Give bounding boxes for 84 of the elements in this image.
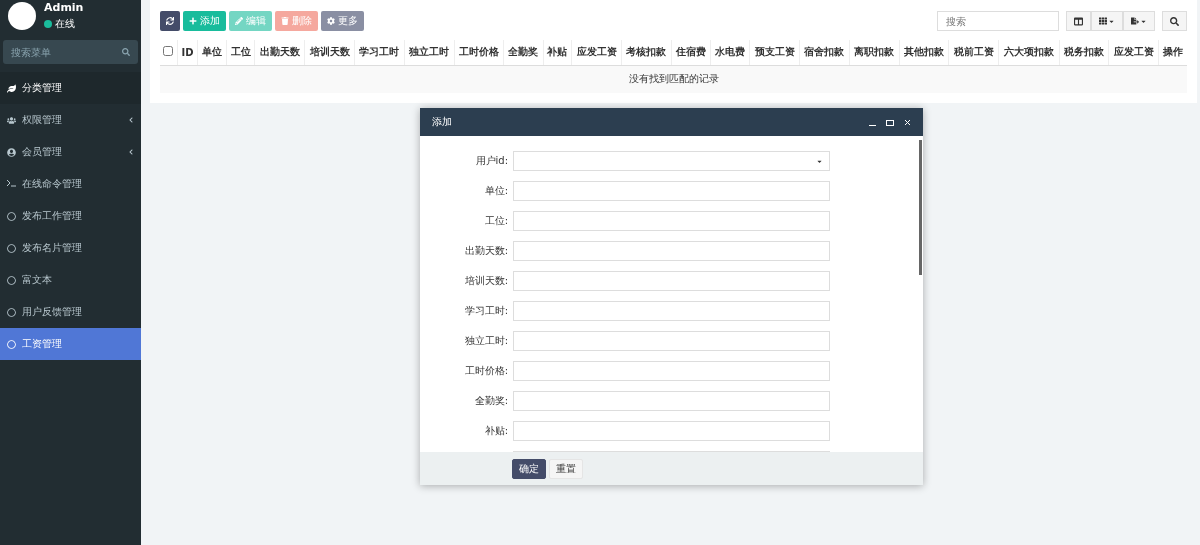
- refresh-icon: [166, 17, 174, 25]
- column-header: 税务扣款: [1059, 40, 1109, 65]
- field-label: 学习工时:: [463, 304, 508, 318]
- column-header: 六大项扣款: [998, 40, 1060, 65]
- search-button[interactable]: [1162, 11, 1187, 31]
- input-field[interactable]: [513, 241, 830, 261]
- column-header: 操作: [1158, 40, 1187, 65]
- menu-search-field[interactable]: 搜索菜单: [3, 40, 138, 64]
- field-label: 补贴:: [483, 424, 508, 438]
- export-icon: [1131, 17, 1139, 25]
- column-header: 预支工资: [749, 40, 800, 65]
- user-id-select[interactable]: [513, 151, 830, 171]
- sidebar-item[interactable]: 工资管理: [0, 328, 141, 360]
- user-name: Admin: [44, 1, 84, 14]
- column-header: 独立工时: [404, 40, 455, 65]
- column-header: 应发工资: [571, 40, 622, 65]
- sidebar-item[interactable]: 用户反馈管理: [0, 296, 141, 328]
- input-field[interactable]: [513, 301, 830, 321]
- sidebar-item[interactable]: 分类管理: [0, 72, 141, 104]
- column-header: 出勤天数: [254, 40, 305, 65]
- sidebar-item[interactable]: 富文本: [0, 264, 141, 296]
- reset-button[interactable]: 重置: [549, 458, 583, 479]
- input-field[interactable]: [513, 391, 830, 411]
- input-field[interactable]: [513, 361, 830, 381]
- grid-dropdown-button[interactable]: [1091, 11, 1123, 31]
- pencil-icon: [235, 17, 243, 25]
- columns-toggle-button[interactable]: [1066, 11, 1091, 31]
- gear-icon: [327, 17, 335, 25]
- column-header: 工位: [226, 40, 255, 65]
- column-header: 其他扣款: [899, 40, 949, 65]
- dialog-title: 添加: [432, 115, 453, 129]
- grid-icon: [1099, 17, 1107, 25]
- input-field[interactable]: [513, 421, 830, 441]
- online-status: 在线: [44, 16, 84, 31]
- field-label: 出勤天数:: [463, 244, 508, 258]
- leaf-icon: [7, 83, 16, 93]
- search-icon: [1170, 16, 1179, 26]
- refresh-button[interactable]: [160, 11, 180, 31]
- field-label: 工时价格:: [463, 364, 508, 378]
- field-label: 独立工时:: [463, 334, 508, 348]
- maximize-icon[interactable]: [886, 118, 894, 126]
- column-header: 应发工资: [1108, 40, 1159, 65]
- trash-icon: [281, 17, 289, 25]
- column-header: ID: [177, 40, 198, 65]
- sidebar-item[interactable]: 发布工作管理: [0, 200, 141, 232]
- plus-icon: [189, 17, 197, 25]
- close-icon[interactable]: [904, 118, 911, 126]
- scrollbar[interactable]: [919, 140, 922, 275]
- sidebar-item[interactable]: 发布名片管理: [0, 232, 141, 264]
- empty-message: 没有找到匹配的记录: [160, 65, 1187, 93]
- column-header: 税前工资: [948, 40, 999, 65]
- column-header: 离职扣款: [849, 40, 900, 65]
- field-label: 单位:: [483, 184, 508, 198]
- column-header: 宿舍扣款: [799, 40, 850, 65]
- user-icon: [7, 147, 16, 157]
- column-header: 工时价格: [454, 40, 504, 65]
- input-field[interactable]: [513, 271, 830, 291]
- column-header: 单位: [197, 40, 227, 65]
- sidebar-item[interactable]: 在线命令管理: [0, 168, 141, 200]
- export-dropdown-button[interactable]: [1123, 11, 1155, 31]
- column-header: 补贴: [543, 40, 572, 65]
- users-icon: [7, 115, 16, 125]
- field-label: 培训天数:: [463, 274, 508, 288]
- input-field[interactable]: [513, 331, 830, 351]
- sidebar-item[interactable]: 权限管理: [0, 104, 141, 136]
- confirm-button[interactable]: 确定: [512, 458, 546, 479]
- avatar: [8, 2, 36, 30]
- input-field[interactable]: [513, 211, 830, 231]
- select-all-checkbox[interactable]: [163, 46, 174, 57]
- terminal-icon: [7, 179, 16, 189]
- column-header: 全勤奖: [503, 40, 544, 65]
- field-label: 用户id:: [474, 154, 508, 168]
- column-header: 水电费: [710, 40, 750, 65]
- column-header: 住宿费: [671, 40, 711, 65]
- search-icon: [122, 48, 130, 56]
- field-label: 全勤奖:: [473, 394, 508, 408]
- input-field[interactable]: [513, 181, 830, 201]
- column-header: 学习工时: [354, 40, 405, 65]
- search-field[interactable]: 搜索: [937, 11, 1059, 31]
- column-header: 考核扣款: [621, 40, 672, 65]
- column-header: 培训天数: [304, 40, 355, 65]
- sidebar-item[interactable]: 会员管理: [0, 136, 141, 168]
- field-label: 工位:: [483, 214, 508, 228]
- columns-icon: [1074, 16, 1083, 26]
